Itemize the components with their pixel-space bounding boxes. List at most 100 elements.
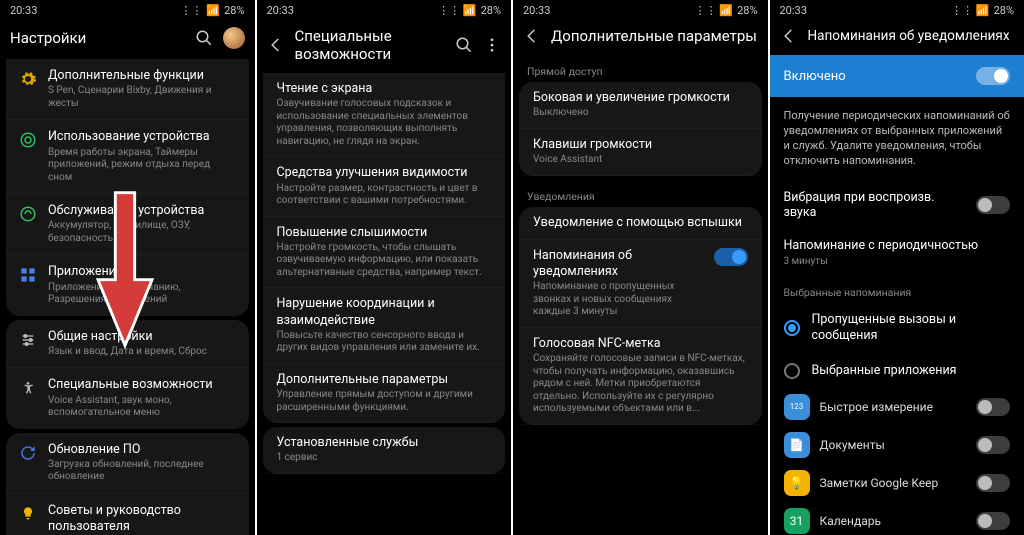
row-period[interactable]: Напоминание с периодичностью 3 минуты <box>770 230 1024 276</box>
app-icon: 📄 <box>784 432 810 458</box>
app-toggle[interactable] <box>976 436 1010 454</box>
status-bar: 20:33 ⋮⋮ 📶 28% <box>0 0 255 19</box>
status-right: ⋮⋮ 📶28% <box>438 4 501 17</box>
page-title: Напоминания об уведомлениях <box>808 28 1015 44</box>
screen-reminders: 20:33 ⋮⋮ 📶28% Напоминания об уведомления… <box>770 0 1024 535</box>
radio-icon <box>784 363 800 379</box>
group-a: Дополнительные функции S Pen, Сценарии B… <box>6 59 249 316</box>
screen-settings: 20:33 ⋮⋮ 📶 28% Настройки Дополнительные … <box>0 0 255 535</box>
item-title: Специальные возможности <box>48 377 237 393</box>
app-toggle[interactable] <box>976 512 1010 530</box>
more-icon[interactable] <box>483 36 501 54</box>
group-installed: Установленные службы 1 сервис <box>263 427 506 474</box>
radio-missed-calls[interactable]: Пропущенные вызовы и сообщения <box>770 303 1024 354</box>
app-row[interactable]: 123Быстрое измерение <box>770 388 1024 426</box>
status-time: 20:33 <box>267 4 294 17</box>
a11y-list[interactable]: Чтение с экрана Озвучивание голосовых по… <box>257 73 512 535</box>
app-label: Календарь <box>820 514 967 528</box>
sliders-icon <box>18 330 38 350</box>
wifi-icon: ⋮⋮ <box>180 4 202 17</box>
status-time: 20:33 <box>10 4 37 17</box>
app-toggle[interactable] <box>976 474 1010 492</box>
item-apps[interactable]: Приложения Приложения по умолчанию, Разр… <box>6 255 249 315</box>
status-time: 20:33 <box>523 4 550 17</box>
back-icon[interactable] <box>523 27 541 45</box>
section-notifications: Уведомления <box>513 180 768 207</box>
radio-selected-apps[interactable]: Выбранные приложения <box>770 354 1024 388</box>
page-title: Специальные возможности <box>295 27 446 63</box>
item-title: Приложения <box>48 264 237 280</box>
item-hearing[interactable]: Повышение слышимости Настройте громкость… <box>263 217 506 289</box>
item-sub: Voice Assistant, звук моно, вспомогатель… <box>48 395 237 420</box>
enabled-bar[interactable]: Включено <box>770 55 1024 97</box>
back-icon[interactable] <box>780 27 798 45</box>
accessibility-icon <box>18 378 38 398</box>
app-label: Заметки Google Keep <box>820 476 967 490</box>
row-vibration[interactable]: Вибрация при воспроизв. звука <box>770 180 1024 230</box>
item-accessibility[interactable]: Специальные возможности Voice Assistant,… <box>6 368 249 428</box>
item-software-update[interactable]: Обновление ПО Загрузка обновлений, после… <box>6 433 249 494</box>
app-toggle[interactable] <box>976 398 1010 416</box>
item-installed-services[interactable]: Установленные службы 1 сервис <box>263 427 506 474</box>
item-reminders[interactable]: Напоминания об уведомлениях Напоминание … <box>519 240 762 328</box>
reminders-list[interactable]: Включено Получение периодических напомин… <box>770 55 1024 535</box>
update-icon <box>18 443 38 463</box>
item-title: Использование устройства <box>48 129 237 145</box>
app-row[interactable]: 31 Календарь <box>770 502 1024 535</box>
search-icon[interactable] <box>455 36 473 54</box>
bulb-icon <box>18 504 38 524</box>
app-row[interactable]: 📄 Документы <box>770 426 1024 464</box>
item-screen-reader[interactable]: Чтение с экрана Озвучивание голосовых по… <box>263 73 506 157</box>
section-selected: Выбранные напоминания <box>770 276 1024 303</box>
avatar[interactable] <box>223 27 245 49</box>
battery-text: 28% <box>224 4 244 17</box>
item-title: Общие настройки <box>48 329 237 345</box>
item-advanced-features[interactable]: Дополнительные функции S Pen, Сценарии B… <box>6 59 249 120</box>
page-title: Настройки <box>10 29 185 47</box>
item-advanced-settings[interactable]: Дополнительные параметры Управление прям… <box>263 364 506 423</box>
item-interaction[interactable]: Нарушение координации и взаимодействие П… <box>263 288 506 364</box>
header: Дополнительные параметры <box>513 19 768 55</box>
item-flash-notif[interactable]: Уведомление с помощью вспышки <box>519 207 762 240</box>
status-right: ⋮⋮ 📶 28% <box>180 4 244 17</box>
gear-icon <box>18 69 38 89</box>
group-notif: Уведомление с помощью вспышки Напоминани… <box>519 207 762 425</box>
item-device-care[interactable]: Обслуживание устройства Аккумулятор, хра… <box>6 194 249 255</box>
app-icon: 31 <box>784 508 810 534</box>
signal-icon: 📶 <box>206 4 220 17</box>
vibration-toggle[interactable] <box>976 196 1010 214</box>
header: Специальные возможности <box>257 19 512 73</box>
app-icon: 123 <box>784 394 810 420</box>
item-side-vol[interactable]: Боковая и увеличение громкости Выключено <box>519 82 762 129</box>
search-icon[interactable] <box>195 29 213 47</box>
item-sub: Приложения по умолчанию, Разрешения прил… <box>48 282 237 307</box>
item-vol-keys[interactable]: Клавиши громкости Voice Assistant <box>519 129 762 176</box>
item-tips[interactable]: Советы и руководство пользователя Что но… <box>6 494 249 535</box>
item-sub: Время работы экрана, Таймеры приложений,… <box>48 147 237 185</box>
item-nfc-voice[interactable]: Голосовая NFC-метка Сохраняйте голосовые… <box>519 328 762 425</box>
status-bar: 20:33 ⋮⋮ 📶28% <box>257 0 512 19</box>
item-sub: Аккумулятор, хранилище, ОЗУ, безопасност… <box>48 220 237 245</box>
status-bar: 20:33 ⋮⋮ 📶28% <box>770 0 1024 19</box>
enabled-toggle[interactable] <box>976 67 1010 85</box>
app-label: Документы <box>820 438 967 452</box>
status-time: 20:33 <box>780 4 807 17</box>
section-direct-access: Прямой доступ <box>513 55 768 82</box>
item-general[interactable]: Общие настройки Язык и ввод, Дата и врем… <box>6 320 249 369</box>
reminders-toggle[interactable] <box>714 248 748 266</box>
page-title: Дополнительные параметры <box>551 27 758 45</box>
item-title: Обновление ПО <box>48 442 237 458</box>
screen-accessibility: 20:33 ⋮⋮ 📶28% Специальные возможности Чт… <box>257 0 512 535</box>
group-c: Обновление ПО Загрузка обновлений, после… <box>6 433 249 535</box>
item-digital-wellbeing[interactable]: Использование устройства Время работы эк… <box>6 120 249 194</box>
item-title: Дополнительные функции <box>48 68 237 84</box>
app-row[interactable]: 💡Заметки Google Keep <box>770 464 1024 502</box>
item-sub: Загрузка обновлений, последнее обновлени… <box>48 459 237 484</box>
item-visibility[interactable]: Средства улучшения видимости Настройте р… <box>263 157 506 216</box>
apps-icon <box>18 265 38 285</box>
care-icon <box>18 204 38 224</box>
item-title: Обслуживание устройства <box>48 203 237 219</box>
adv-list[interactable]: Прямой доступ Боковая и увеличение громк… <box>513 55 768 535</box>
back-icon[interactable] <box>267 36 285 54</box>
settings-list[interactable]: Дополнительные функции S Pen, Сценарии B… <box>0 59 255 535</box>
